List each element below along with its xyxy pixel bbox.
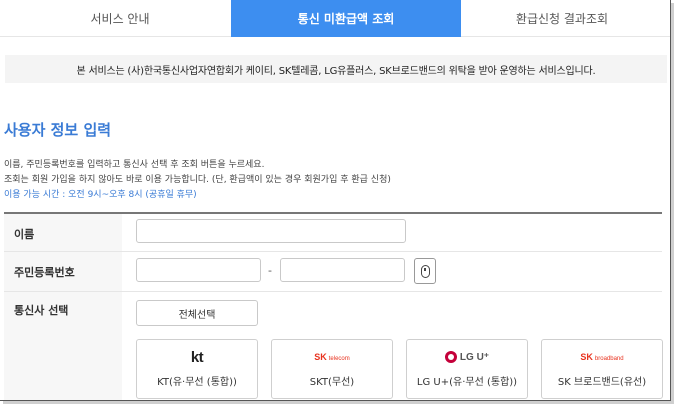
tab-bar: 서비스 안내 통신 미환급액 조회 환급신청 결과조회: [0, 0, 670, 37]
carrier-name: SKT(무선): [309, 377, 355, 388]
service-notice: 본 서비스는 (사)한국통신사업자연합회가 케이티, SK텔레콤, LG유플러스…: [5, 55, 667, 83]
kt-logo: kt: [190, 348, 204, 366]
tab-refund-result[interactable]: 환급신청 결과조회: [462, 0, 662, 37]
rrn-label: 주민등록번호: [14, 266, 75, 279]
section-title: 사용자 정보 입력: [4, 121, 112, 139]
sk-telecom-logo: SK telecom: [314, 352, 350, 362]
select-all-button[interactable]: 전체선택: [136, 300, 258, 326]
rrn-back-input[interactable]: [280, 258, 405, 282]
sk-broadband-logo: SK broadband: [580, 352, 624, 362]
rrn-separator: -: [268, 264, 272, 277]
tab-unrefunded-lookup[interactable]: 통신 미환급액 조회: [231, 0, 461, 37]
carrier-sk-broadband[interactable]: SK broadband SK 브로드밴드(유선): [541, 339, 663, 399]
carrier-name: SK 브로드밴드(유선): [557, 377, 647, 388]
name-label: 이름: [14, 228, 35, 241]
carrier-name: KT(유·무선 (통합)): [157, 377, 237, 388]
carrier-label: 통신사 선택: [14, 304, 69, 317]
row-divider: [4, 251, 662, 252]
carrier-kt[interactable]: kt KT(유·무선 (통합)): [136, 339, 258, 399]
mouse-icon: [420, 264, 430, 278]
virtual-keypad-button[interactable]: [414, 258, 436, 284]
rrn-front-input[interactable]: [136, 258, 261, 282]
lg-symbol-icon: [444, 351, 457, 363]
service-hours: 이용 가능 시간 : 오전 9시~오후 8시 (공휴일 휴무): [4, 190, 197, 200]
lg-uplus-logo: LG U⁺: [407, 349, 527, 365]
page-frame: 서비스 안내 통신 미환급액 조회 환급신청 결과조회 본 서비스는 (사)한국…: [0, 0, 671, 401]
row-divider: [4, 291, 662, 292]
carrier-name: LG U+(유·무선 (통합)): [416, 377, 518, 388]
carrier-skt[interactable]: SK telecom SKT(무선): [271, 339, 393, 399]
name-input[interactable]: [136, 219, 406, 243]
carrier-lgu[interactable]: LG U⁺ LG U+(유·무선 (통합)): [406, 339, 528, 399]
tab-service-info[interactable]: 서비스 안내: [10, 0, 230, 37]
signup-note: 조회는 회원 가입을 하지 않아도 바로 이용 가능합니다. (단, 환급액이 …: [4, 175, 391, 185]
instruction-text: 이름, 주민등록번호를 입력하고 통신사 선택 후 조회 버튼을 누르세요.: [4, 160, 265, 170]
